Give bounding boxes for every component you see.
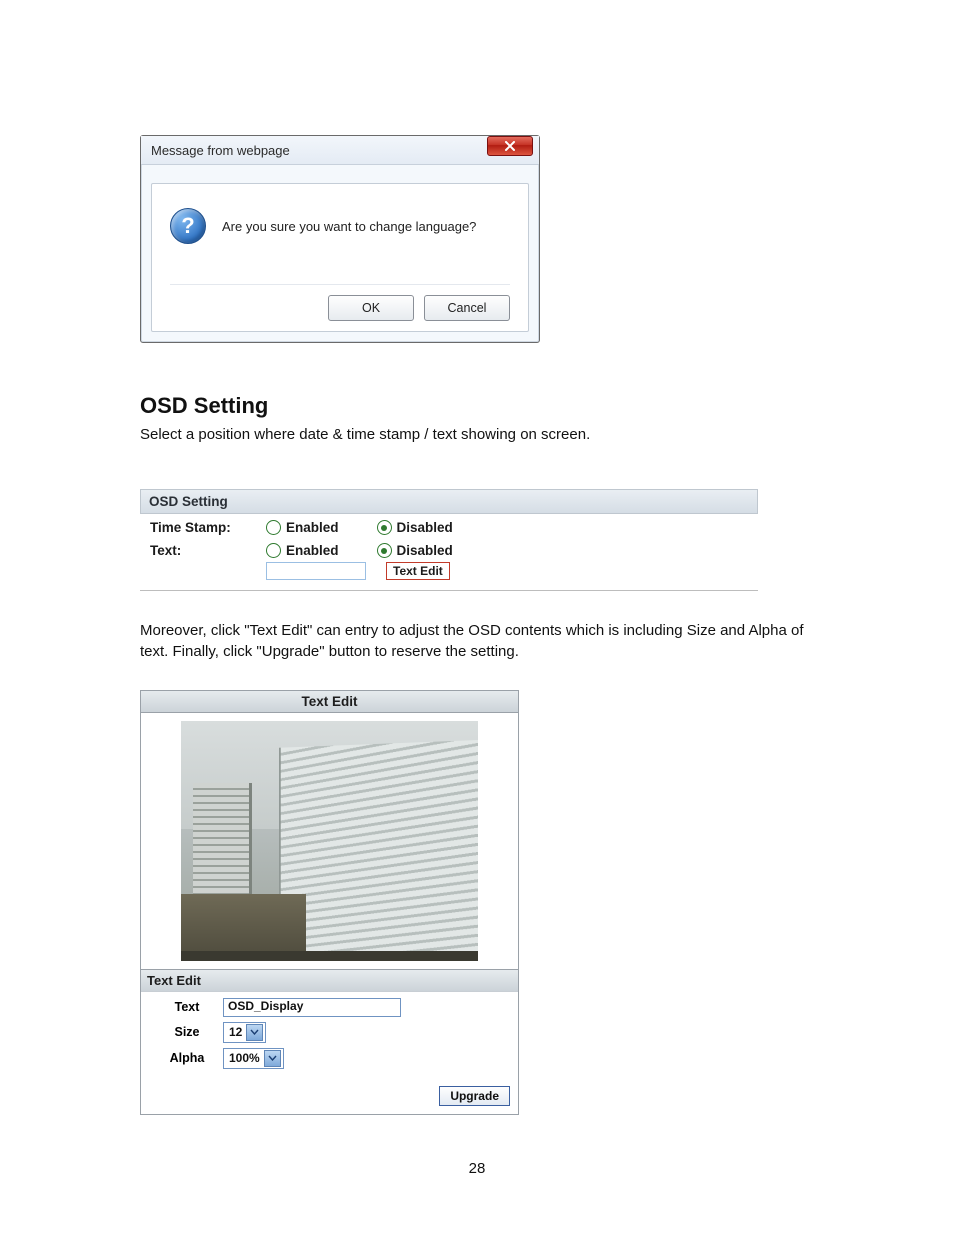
radio-icon [266, 520, 281, 535]
timestamp-disabled-radio[interactable]: Disabled [377, 520, 453, 535]
text-enabled-radio[interactable]: Enabled [266, 543, 339, 558]
cancel-button[interactable]: Cancel [424, 295, 510, 321]
timestamp-label: Time Stamp: [150, 520, 266, 535]
close-icon [504, 141, 516, 151]
radio-icon [377, 543, 392, 558]
preview-image [181, 721, 478, 961]
paragraph-text-edit-desc: Moreover, click "Text Edit" can entry to… [140, 621, 834, 662]
osd-row-timestamp: Time Stamp: Enabled Disabled [140, 514, 758, 537]
text-label: Text: [150, 543, 266, 558]
radio-icon [266, 543, 281, 558]
confirm-dialog: Message from webpage ? Are you sure you … [140, 135, 540, 343]
te-size-label: Size [151, 1025, 223, 1039]
section-heading: OSD Setting [140, 393, 834, 419]
te-alpha-label: Alpha [151, 1051, 223, 1065]
ok-button[interactable]: OK [328, 295, 414, 321]
page-number: 28 [0, 1160, 954, 1177]
osd-panel-header: OSD Setting [140, 489, 758, 514]
te-alpha-select[interactable]: 100% [223, 1048, 284, 1069]
camera-preview [141, 713, 518, 969]
te-size-select[interactable]: 12 [223, 1022, 266, 1043]
text-edit-title: Text Edit [141, 691, 518, 713]
chevron-down-icon [246, 1024, 263, 1041]
dialog-titlebar: Message from webpage [141, 136, 539, 165]
te-text-input[interactable]: OSD_Display [223, 998, 401, 1017]
text-edit-panel: Text Edit Text Edit Text OSD_Display Siz… [140, 690, 519, 1115]
close-button[interactable] [487, 136, 533, 156]
timestamp-enabled-radio[interactable]: Enabled [266, 520, 339, 535]
text-edit-button[interactable]: Text Edit [386, 562, 450, 580]
dialog-message: Are you sure you want to change language… [222, 219, 476, 234]
te-text-label: Text [151, 1000, 223, 1014]
osd-setting-panel: OSD Setting Time Stamp: Enabled Disabled… [140, 489, 758, 591]
text-disabled-radio[interactable]: Disabled [377, 543, 453, 558]
radio-icon [377, 520, 392, 535]
document-page: Message from webpage ? Are you sure you … [0, 0, 954, 1235]
text-edit-subheader: Text Edit [141, 969, 518, 992]
osd-text-input[interactable] [266, 562, 366, 580]
chevron-down-icon [264, 1050, 281, 1067]
question-icon: ? [170, 208, 206, 244]
section-description: Select a position where date & time stam… [140, 425, 834, 445]
osd-row-text: Text: Enabled Disabled [140, 537, 758, 560]
dialog-title: Message from webpage [151, 143, 487, 158]
upgrade-button[interactable]: Upgrade [439, 1086, 510, 1106]
